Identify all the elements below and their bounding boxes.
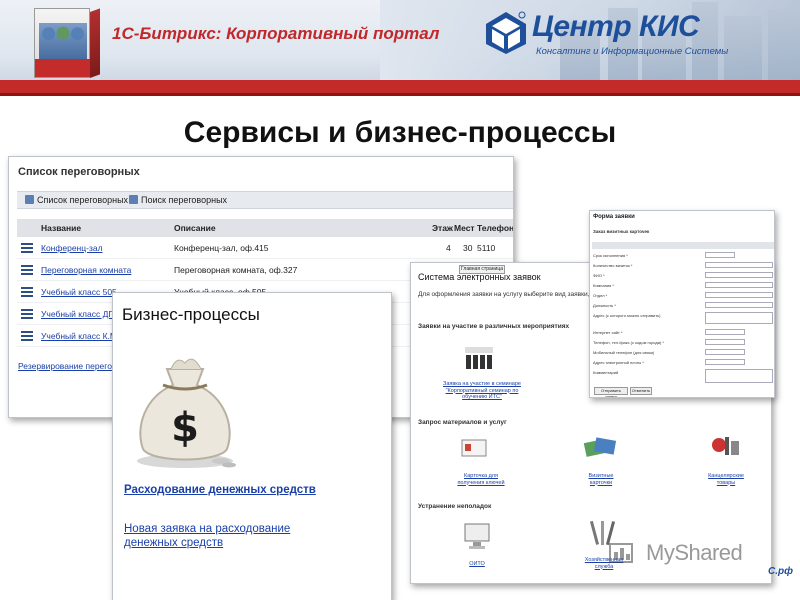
form-textarea[interactable] [705, 312, 773, 324]
form-toolbar [592, 242, 774, 249]
request-form-panel: Форма заявки Заказ визитных карточек Сро… [589, 210, 775, 398]
header-stripe-dark [0, 93, 800, 96]
form-input[interactable] [705, 272, 773, 278]
form-row: Должность * [593, 302, 773, 311]
seminar-request-link[interactable]: Заявка на участие в семинаре "Корпоратив… [437, 381, 527, 401]
section-troubleshooting: Устранение неполадок [418, 503, 492, 510]
company-name: Центр КИС [532, 10, 700, 43]
rooms-list-tab[interactable]: Список переговорных [25, 195, 128, 205]
menu-icon[interactable] [21, 309, 33, 319]
table-row: Конференц-зал Конференц-зал, оф.415 4 30… [17, 239, 513, 259]
submit-button[interactable]: Отправить заявку [594, 387, 628, 397]
bp-title: Бизнес-процессы [122, 305, 260, 324]
room-floor: 4 [446, 243, 451, 253]
menu-icon[interactable] [21, 243, 33, 253]
key-card-link[interactable]: Карточка для получения ключей [451, 473, 511, 486]
rooms-toolbar: Список переговорных Поиск переговорных [17, 191, 513, 209]
svg-text:$: $ [171, 405, 199, 451]
rooms-panel-title: Список переговорных [18, 166, 140, 178]
watermark-suffix: С.рф [768, 566, 793, 577]
room-link[interactable]: Переговорная комната [41, 265, 131, 275]
header-banner: 1С-Битрикс: Корпоративный портал Центр К… [0, 0, 800, 80]
room-seats: 30 [463, 243, 473, 253]
room-link[interactable]: Учебный класс К.М [41, 331, 117, 341]
form-input[interactable] [705, 339, 745, 345]
form-row: Адрес электронной почты * [593, 359, 773, 368]
room-link[interactable]: Учебный класс ДП [41, 309, 114, 319]
menu-icon[interactable] [21, 265, 33, 275]
home-tooltip: Главная страница [459, 265, 505, 274]
form-input[interactable] [705, 302, 773, 308]
product-title: 1С-Битрикс: Корпоративный портал [112, 24, 440, 43]
form-input[interactable] [705, 282, 773, 288]
search-icon [129, 195, 138, 204]
business-cards-link[interactable]: Визитные карточки [577, 473, 625, 486]
room-phone: 5110 [477, 243, 496, 253]
rooms-search-tab[interactable]: Поиск переговорных [129, 195, 227, 205]
comment-textarea[interactable] [705, 369, 773, 383]
room-link[interactable]: Конференц-зал [41, 243, 103, 253]
watermark-text: MyShared [646, 540, 743, 565]
section-materials: Запрос материалов и услуг [418, 419, 507, 426]
form-input[interactable] [705, 262, 773, 268]
form-row: Компания * [593, 282, 773, 291]
form-input[interactable] [705, 359, 745, 365]
col-floor: Этаж [432, 223, 453, 233]
col-phone: Телефон [477, 223, 514, 233]
section-events: Заявки на участие в различных мероприяти… [418, 323, 570, 330]
stationery-icon [712, 437, 739, 455]
list-icon [25, 195, 34, 204]
company-tagline: Консалтинг и Информационные Системы [536, 46, 729, 57]
room-description: Переговорная комната, оф.327 [174, 265, 298, 275]
col-description: Описание [174, 223, 216, 233]
form-row: Мобильный телефон (для связи) [593, 349, 773, 358]
business-cards-icon [583, 437, 617, 457]
money-spending-link[interactable]: Расходование денежных средств [124, 483, 324, 497]
room-description: Конференц-зал, оф.415 [174, 243, 269, 253]
myshared-logo-icon [609, 543, 633, 563]
form-title: Форма заявки [593, 214, 635, 220]
header-stripe [0, 80, 800, 94]
form-input[interactable] [705, 292, 773, 298]
new-spending-request-link[interactable]: Новая заявка на расходование денежных ср… [124, 522, 304, 550]
form-row: Адрес (с которого можно отправить) [593, 312, 773, 326]
product-box-image [24, 6, 102, 78]
form-row: Количество визиток * [593, 262, 773, 271]
col-name: Название [41, 223, 82, 233]
card-icon [461, 439, 487, 457]
form-input[interactable] [705, 349, 745, 355]
money-bag-icon: $ [137, 358, 236, 468]
menu-icon[interactable] [21, 287, 33, 297]
ereq-intro: Для оформления заявки на услугу выберите… [418, 291, 607, 298]
form-row: Отдел * [593, 292, 773, 301]
business-processes-panel: Бизнес-процессы $ Расходование денежных … [112, 292, 392, 600]
room-link[interactable]: Учебный класс 505 [41, 287, 117, 297]
computer-icon [464, 523, 490, 549]
form-row: Срок исполнения * [593, 252, 773, 261]
it-link[interactable]: ОИТО [457, 561, 497, 568]
stationery-link[interactable]: Канцелярские товары [701, 473, 751, 486]
slide-title: Сервисы и бизнес-процессы [183, 116, 617, 149]
date-field[interactable] [705, 252, 735, 258]
form-row: Комментарий [593, 369, 773, 385]
form-subtitle: Заказ визитных карточек [593, 229, 650, 234]
rooms-table-header: Название Описание Этаж Мест Телефон [17, 219, 513, 237]
form-row: ФИО * [593, 272, 773, 281]
form-row: Интернет сайт * [593, 329, 773, 338]
col-seats: Мест [454, 223, 475, 233]
seminar-icon [465, 347, 493, 369]
form-row: Телефон, тел./факс (с кодом города) * [593, 339, 773, 348]
cancel-button[interactable]: Отменить [630, 387, 652, 395]
kis-logo-icon [486, 11, 526, 54]
menu-icon[interactable] [21, 331, 33, 341]
form-input[interactable] [705, 329, 745, 335]
